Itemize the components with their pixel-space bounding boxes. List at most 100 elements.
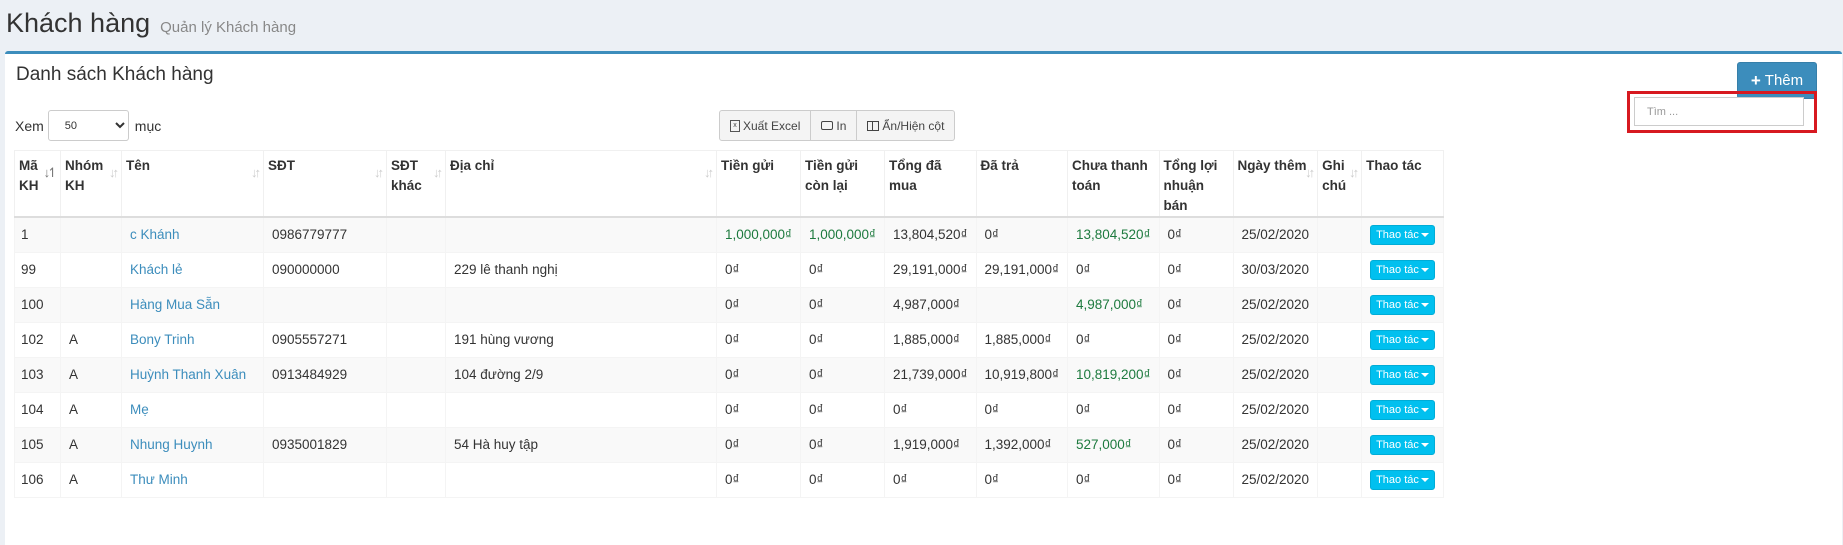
cell-note bbox=[1317, 216, 1363, 253]
row-actions-label: Thao tác bbox=[1376, 263, 1419, 276]
cell-address bbox=[445, 461, 717, 498]
cell-phone2 bbox=[386, 251, 446, 288]
customer-table: Mã KH ↓↿ Nhóm KH ↓↑ Tên ↓↑ SĐT ↓↑ SĐT khác ↓↑… bbox=[14, 150, 1444, 498]
cell-name[interactable]: Hàng Mua Sẵn bbox=[121, 286, 264, 323]
cell-phone2 bbox=[386, 391, 446, 428]
caret-down-icon bbox=[1420, 267, 1429, 272]
col-header-note[interactable]: Ghi chú ↓↑ bbox=[1317, 150, 1363, 218]
col-label: Thao tác bbox=[1366, 158, 1422, 173]
cell-id: 105 bbox=[14, 426, 61, 463]
cell-phone2 bbox=[386, 286, 446, 323]
cell-name[interactable]: Bony Trinh bbox=[121, 321, 264, 358]
cell-phone2 bbox=[386, 426, 446, 463]
col-header-address[interactable]: Địa chỉ ↓↑ bbox=[445, 150, 717, 218]
cell-total: 29,191,000₫ bbox=[884, 251, 977, 288]
cell-name[interactable]: Khách lẻ bbox=[121, 251, 264, 288]
row-actions-label: Thao tác bbox=[1376, 298, 1419, 311]
export-excel-button[interactable]: x Xuất Excel bbox=[719, 110, 812, 141]
cell-group: A bbox=[60, 321, 122, 358]
cell-deposit: 0₫ bbox=[716, 356, 801, 393]
page-length-select[interactable]: 50 bbox=[47, 110, 129, 141]
row-actions-dropdown[interactable]: Thao tác bbox=[1370, 434, 1435, 455]
customer-list-panel: Danh sách Khách hàng + Thêm Xem 50 mục x… bbox=[5, 51, 1842, 545]
cell-date: 25/02/2020 bbox=[1232, 286, 1319, 323]
cell-actions: Thao tác bbox=[1361, 216, 1444, 253]
cell-date: 25/02/2020 bbox=[1232, 426, 1319, 463]
cell-actions: Thao tác bbox=[1361, 286, 1444, 323]
cell-profit: 0₫ bbox=[1158, 391, 1234, 428]
col-label: SĐT khác bbox=[391, 158, 422, 193]
col-header-total[interactable]: Tổng đã mua bbox=[884, 150, 977, 218]
cell-name[interactable]: Thư Minh bbox=[121, 461, 264, 498]
add-label: Thêm bbox=[1764, 72, 1804, 89]
cell-profit: 0₫ bbox=[1158, 321, 1234, 358]
print-icon bbox=[821, 121, 834, 130]
cell-group bbox=[60, 251, 122, 288]
col-header-name[interactable]: Tên ↓↑ bbox=[121, 150, 264, 218]
cell-phone bbox=[263, 286, 387, 323]
search-input[interactable] bbox=[1634, 97, 1804, 126]
table-row: 99 Khách lẻ 090000000 229 lê thanh nghị 0₫ 0₫… bbox=[14, 251, 1444, 288]
col-header-id[interactable]: Mã KH ↓↿ bbox=[14, 150, 61, 218]
col-header-profit[interactable]: Tổng lợi nhuận bán bbox=[1158, 150, 1234, 218]
cell-id: 102 bbox=[14, 321, 61, 358]
col-header-unpaid[interactable]: Chưa thanh toán bbox=[1067, 150, 1160, 218]
cell-name[interactable]: Nhung Huynh bbox=[121, 426, 264, 463]
col-header-group[interactable]: Nhóm KH ↓↑ bbox=[60, 150, 122, 218]
table-body: 1c Khánh 0986779777 1,000,000₫ 1,000,000₫ 13… bbox=[14, 216, 1444, 498]
cell-name[interactable]: Huỳnh Thanh Xuân bbox=[121, 356, 264, 393]
row-actions-label: Thao tác bbox=[1376, 333, 1419, 346]
caret-down-icon bbox=[1420, 372, 1429, 377]
cell-deposit: 1,000,000₫ bbox=[716, 216, 801, 253]
cell-paid: 0₫ bbox=[975, 461, 1068, 498]
row-actions-dropdown[interactable]: Thao tác bbox=[1370, 364, 1435, 385]
length-suffix: mục bbox=[134, 117, 162, 134]
print-button[interactable]: In bbox=[811, 110, 858, 141]
cell-unpaid: 527,000₫ bbox=[1067, 426, 1160, 463]
cell-total: 1,919,000₫ bbox=[884, 426, 977, 463]
toggle-columns-button[interactable]: Ẩn/Hiện cột bbox=[857, 110, 956, 141]
cell-name[interactable]: Mẹ bbox=[121, 391, 264, 428]
row-actions-dropdown[interactable]: Thao tác bbox=[1370, 259, 1435, 280]
cell-unpaid: 0₫ bbox=[1067, 251, 1160, 288]
sort-desc-icon: ↓↿ bbox=[43, 165, 59, 180]
cell-address: 191 hùng vương bbox=[445, 321, 717, 358]
cell-paid: 1,392,000₫ bbox=[975, 426, 1068, 463]
cell-profit: 0₫ bbox=[1158, 356, 1234, 393]
col-label: Ngày thêm bbox=[1237, 158, 1307, 173]
row-actions-dropdown[interactable]: Thao tác bbox=[1370, 469, 1435, 490]
cell-profit: 0₫ bbox=[1158, 251, 1234, 288]
row-actions-dropdown[interactable]: Thao tác bbox=[1370, 224, 1435, 245]
cell-phone2 bbox=[386, 216, 446, 253]
cell-phone: 0935001829 bbox=[263, 426, 387, 463]
cell-note bbox=[1317, 286, 1363, 323]
cell-phone bbox=[263, 391, 387, 428]
sort-icon: ↓↑ bbox=[433, 165, 443, 180]
cell-total: 0₫ bbox=[884, 391, 977, 428]
col-header-deposit-left[interactable]: Tiền gửi còn lại bbox=[800, 150, 885, 218]
cell-address: 54 Hà huy tập bbox=[445, 426, 717, 463]
table-row: 106 A Thư Minh 0₫ 0₫ 0₫ 0₫ 0₫ 0₫ 25/02/2020 Thao t… bbox=[14, 461, 1444, 498]
search-highlight-box bbox=[1627, 91, 1817, 133]
cell-actions: Thao tác bbox=[1361, 356, 1444, 393]
row-actions-dropdown[interactable]: Thao tác bbox=[1370, 399, 1435, 420]
cell-note bbox=[1317, 251, 1363, 288]
cell-deposit-left: 0₫ bbox=[800, 251, 885, 288]
row-actions-dropdown[interactable]: Thao tác bbox=[1370, 329, 1435, 350]
cell-actions: Thao tác bbox=[1361, 461, 1444, 498]
caret-down-icon bbox=[1420, 477, 1429, 482]
col-header-paid[interactable]: Đã trả bbox=[975, 150, 1068, 218]
col-header-date[interactable]: Ngày thêm ↓↑ bbox=[1232, 150, 1319, 218]
row-actions-dropdown[interactable]: Thao tác bbox=[1370, 294, 1435, 315]
cell-total: 0₫ bbox=[884, 461, 977, 498]
col-label: Đã trả bbox=[980, 158, 1019, 173]
cell-actions: Thao tác bbox=[1361, 321, 1444, 358]
cell-deposit: 0₫ bbox=[716, 461, 801, 498]
row-actions-label: Thao tác bbox=[1376, 438, 1419, 451]
col-label: Tên bbox=[126, 158, 151, 173]
cell-name[interactable]: c Khánh bbox=[121, 216, 264, 253]
cell-id: 106 bbox=[14, 461, 61, 498]
col-header-deposit[interactable]: Tiền gửi bbox=[716, 150, 801, 218]
col-header-phone[interactable]: SĐT ↓↑ bbox=[263, 150, 387, 218]
col-header-phone2[interactable]: SĐT khác ↓↑ bbox=[386, 150, 446, 218]
